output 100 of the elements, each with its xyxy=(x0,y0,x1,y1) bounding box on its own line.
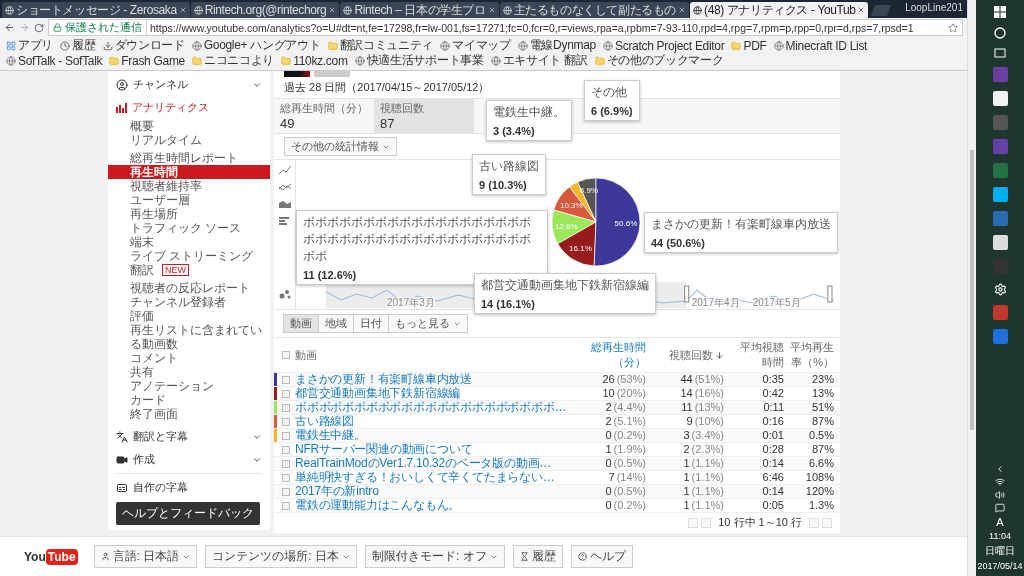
bar-list-icon[interactable] xyxy=(278,217,291,225)
table-tab[interactable]: 地域 xyxy=(318,314,354,333)
line-chart-icon[interactable] xyxy=(278,166,291,174)
video-link[interactable]: 都営交通動画集地下鉄新宿線編 xyxy=(295,387,461,400)
bookmark[interactable]: Frash Game xyxy=(109,53,185,68)
video-link[interactable]: 単純明快すぎる！おいしくて辛くてたまらない… xyxy=(295,471,555,484)
sidebar-item[interactable]: 翻訳 NEW xyxy=(108,263,270,277)
checkbox[interactable] xyxy=(282,445,290,454)
table-tab[interactable]: 日付 xyxy=(353,314,389,333)
forward-icon[interactable] xyxy=(19,22,30,33)
reload-icon[interactable] xyxy=(34,22,44,33)
table-tab[interactable]: 動画 xyxy=(283,314,319,333)
close-icon[interactable] xyxy=(678,6,687,14)
checkbox[interactable] xyxy=(282,389,290,398)
bookmark-star-icon[interactable] xyxy=(948,22,958,33)
checkbox[interactable] xyxy=(282,487,290,496)
browser-tab[interactable]: (48) アナリティクス - YouTub xyxy=(690,2,869,18)
checkbox[interactable] xyxy=(282,351,290,359)
app-tile-icon[interactable] xyxy=(992,305,1008,320)
bubble-chart-icon[interactable] xyxy=(278,289,291,299)
bookmark[interactable]: 快適生活サポート事業 xyxy=(354,53,484,68)
bookmark[interactable]: エキサイト 翻訳 xyxy=(490,53,588,68)
column-header[interactable]: 総再生時間（分） xyxy=(576,340,652,370)
app-tile-icon[interactable] xyxy=(992,163,1008,178)
column-header[interactable]: 視聴回数 xyxy=(652,347,730,363)
bookmark[interactable]: Minecraft ID List xyxy=(773,38,868,53)
video-link[interactable]: 電鉄の運動能力はこんなもん。 xyxy=(295,499,461,512)
bookmark[interactable]: 翻訳コミュニティ xyxy=(327,38,434,53)
bookmark[interactable]: 110kz.com xyxy=(281,53,348,68)
footer-button[interactable]: 履歴 xyxy=(512,545,563,568)
checkbox[interactable] xyxy=(282,473,290,482)
close-icon[interactable] xyxy=(857,6,866,14)
sidebar-section[interactable]: 作成 xyxy=(108,448,270,471)
browser-tab[interactable]: 主たるものなくして副たるもの xyxy=(499,2,690,18)
app-tile-icon[interactable] xyxy=(992,91,1008,106)
more-stats-dropdown[interactable]: その他の統計情報 xyxy=(284,137,397,156)
wifi-icon[interactable] xyxy=(995,477,1005,487)
multi-line-chart-icon[interactable] xyxy=(278,183,291,191)
sidebar-item[interactable]: ユーザー層 xyxy=(108,193,270,207)
sidebar-item[interactable]: アノテーション xyxy=(108,379,270,393)
app-tile-icon[interactable] xyxy=(992,329,1008,344)
bookmark[interactable]: 履歴 xyxy=(60,38,96,53)
notification-icon[interactable] xyxy=(995,503,1005,513)
video-link[interactable]: 2017年の新intro xyxy=(295,485,379,498)
settings-icon[interactable] xyxy=(993,283,1007,296)
metric-card[interactable]: 総再生時間（分） 49 xyxy=(274,99,374,133)
sidebar-item[interactable]: 評価 xyxy=(108,309,270,323)
video-link[interactable]: NFRサーバー関連の動画について xyxy=(295,443,473,456)
close-icon[interactable] xyxy=(178,6,187,14)
profile-name[interactable]: LoopLine201 xyxy=(901,2,967,16)
volume-icon[interactable] xyxy=(995,490,1005,500)
app-tile-icon[interactable] xyxy=(992,235,1008,250)
search-circle-icon[interactable] xyxy=(994,27,1006,39)
checkbox[interactable] xyxy=(282,403,290,412)
bookmark[interactable]: アプリ xyxy=(6,38,54,53)
bookmark[interactable]: Google+ ハングアウト xyxy=(191,38,321,53)
sidebar-item[interactable]: 共有 xyxy=(108,365,270,379)
app-tile-icon[interactable] xyxy=(992,211,1008,226)
video-link[interactable]: ボボボボボボボボボボボボボボボボボボボボボボ… xyxy=(295,401,567,414)
checkbox[interactable] xyxy=(282,459,290,468)
scrollbar-thumb[interactable] xyxy=(970,150,974,430)
app-tile-icon[interactable] xyxy=(992,187,1008,202)
close-icon[interactable] xyxy=(328,6,337,14)
sidebar-item[interactable]: チャンネル登録者 xyxy=(108,295,270,309)
bookmark[interactable]: Scratch Project Editor xyxy=(603,38,725,53)
app-tile-icon[interactable] xyxy=(992,115,1008,130)
bookmark[interactable]: SofTalk - SofTalk xyxy=(6,53,103,68)
close-icon[interactable] xyxy=(487,6,496,14)
footer-button[interactable]: 言語: 日本語 xyxy=(93,545,198,568)
more-dropdown[interactable]: もっと見る xyxy=(388,314,468,333)
task-view-icon[interactable] xyxy=(993,48,1007,58)
bookmark[interactable]: 電線Dynmap xyxy=(517,38,596,53)
sidebar-item[interactable]: 総再生時間レポート xyxy=(108,151,270,165)
column-header[interactable]: 平均視聴時間 xyxy=(730,340,790,370)
app-tile-icon[interactable] xyxy=(992,67,1008,82)
sidebar-item[interactable]: 再生リストに含まれている動画数 xyxy=(108,323,270,351)
sidebar-section[interactable]: 自作の字幕 xyxy=(108,476,270,499)
video-link[interactable]: 電鉄生中継。 xyxy=(295,429,366,442)
clock-time[interactable]: 11:04 xyxy=(989,531,1011,541)
back-icon[interactable] xyxy=(4,22,15,33)
video-link[interactable]: RealTrainModのVer1.7.10.32のベータ版の動画… xyxy=(295,457,552,470)
checkbox[interactable] xyxy=(282,417,290,426)
ime-indicator[interactable]: A xyxy=(996,516,1004,528)
browser-tab[interactable]: ショートメッセージ - Zerosaka xyxy=(2,2,190,18)
sidebar-item[interactable]: 再生場所 xyxy=(108,207,270,221)
windows-logo-icon[interactable] xyxy=(994,6,1006,18)
browser-tab[interactable]: Rintech – 日本の学生プロ xyxy=(340,2,499,18)
sidebar-item[interactable]: カード xyxy=(108,393,270,407)
app-tile-icon[interactable] xyxy=(992,139,1008,154)
video-link[interactable]: 古い路線図 xyxy=(295,415,354,428)
area-chart-icon[interactable] xyxy=(278,200,291,208)
sidebar-section[interactable]: 翻訳と字幕 xyxy=(108,425,270,448)
sidebar-item[interactable]: 端末 xyxy=(108,235,270,249)
new-tab-button[interactable] xyxy=(871,5,892,16)
sidebar-item[interactable]: リアルタイム xyxy=(108,133,270,147)
tray-expand-icon[interactable] xyxy=(995,464,1005,474)
bookmark[interactable]: PDF xyxy=(731,38,767,53)
bookmark[interactable]: その他のブックマーク xyxy=(594,53,724,68)
video-link[interactable]: まさかの更新！有楽町線車内放送 xyxy=(295,373,472,386)
sidebar-item[interactable]: 視聴者維持率 xyxy=(108,179,270,193)
